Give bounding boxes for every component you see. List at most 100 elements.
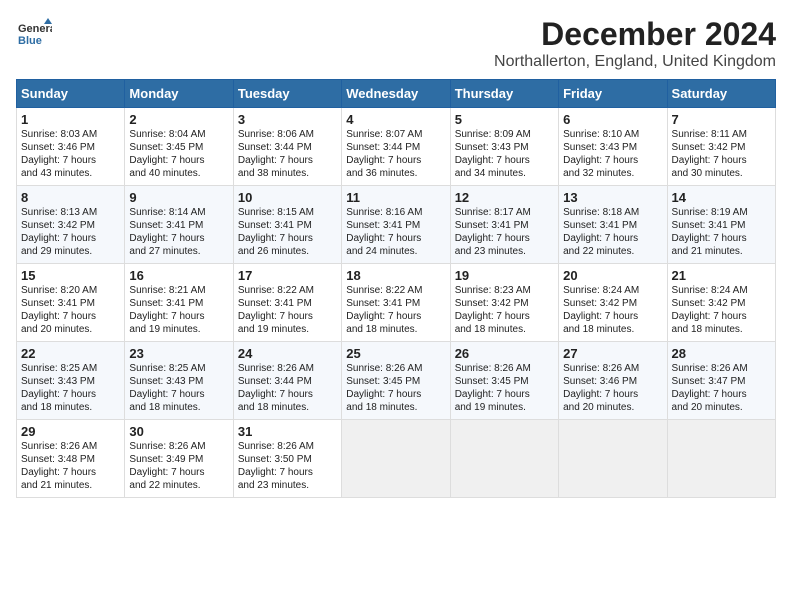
day-info-line: Sunrise: 8:22 AM	[238, 284, 337, 297]
calendar-week-row: 8Sunrise: 8:13 AMSunset: 3:42 PMDaylight…	[17, 186, 776, 264]
day-info-line: Sunset: 3:42 PM	[672, 141, 771, 154]
logo-icon: General Blue	[16, 16, 52, 52]
day-info-line: Sunrise: 8:26 AM	[238, 362, 337, 375]
calendar-day-cell: 27Sunrise: 8:26 AMSunset: 3:46 PMDayligh…	[559, 342, 667, 420]
day-info-line: Sunset: 3:43 PM	[455, 141, 554, 154]
calendar-title: December 2024	[494, 16, 776, 53]
calendar-week-row: 15Sunrise: 8:20 AMSunset: 3:41 PMDayligh…	[17, 264, 776, 342]
day-number: 22	[21, 346, 120, 361]
day-info-line: Sunset: 3:49 PM	[129, 453, 228, 466]
day-info-line: Daylight: 7 hours	[346, 232, 445, 245]
day-info-line: Sunrise: 8:22 AM	[346, 284, 445, 297]
day-number: 6	[563, 112, 662, 127]
day-info-line: Sunset: 3:41 PM	[129, 219, 228, 232]
day-number: 19	[455, 268, 554, 283]
day-number: 13	[563, 190, 662, 205]
day-info-line: and 18 minutes.	[238, 401, 337, 414]
day-number: 31	[238, 424, 337, 439]
day-info-line: Sunrise: 8:26 AM	[672, 362, 771, 375]
day-info-line: Sunset: 3:43 PM	[129, 375, 228, 388]
day-info-line: Daylight: 7 hours	[455, 232, 554, 245]
day-info-line: and 36 minutes.	[346, 167, 445, 180]
day-info-line: and 40 minutes.	[129, 167, 228, 180]
day-info-line: Sunrise: 8:24 AM	[672, 284, 771, 297]
calendar-day-cell: 10Sunrise: 8:15 AMSunset: 3:41 PMDayligh…	[233, 186, 341, 264]
calendar-subtitle: Northallerton, England, United Kingdom	[494, 53, 776, 71]
day-info-line: Sunset: 3:50 PM	[238, 453, 337, 466]
day-info-line: and 22 minutes.	[129, 479, 228, 492]
day-info-line: Daylight: 7 hours	[563, 154, 662, 167]
day-info-line: Sunset: 3:42 PM	[21, 219, 120, 232]
day-info-line: Sunrise: 8:19 AM	[672, 206, 771, 219]
day-info-line: Sunrise: 8:06 AM	[238, 128, 337, 141]
day-info-line: Daylight: 7 hours	[21, 388, 120, 401]
day-info-line: and 18 minutes.	[129, 401, 228, 414]
day-info-line: Sunrise: 8:09 AM	[455, 128, 554, 141]
day-info-line: Sunset: 3:48 PM	[21, 453, 120, 466]
day-info-line: Daylight: 7 hours	[563, 388, 662, 401]
day-number: 5	[455, 112, 554, 127]
day-info-line: and 23 minutes.	[455, 245, 554, 258]
day-info-line: Daylight: 7 hours	[129, 310, 228, 323]
day-info-line: Sunset: 3:41 PM	[129, 297, 228, 310]
day-info-line: and 29 minutes.	[21, 245, 120, 258]
day-info-line: Daylight: 7 hours	[129, 232, 228, 245]
day-number: 23	[129, 346, 228, 361]
calendar-day-cell: 11Sunrise: 8:16 AMSunset: 3:41 PMDayligh…	[342, 186, 450, 264]
day-info-line: Sunset: 3:44 PM	[238, 375, 337, 388]
day-number: 24	[238, 346, 337, 361]
day-info-line: Sunrise: 8:16 AM	[346, 206, 445, 219]
day-info-line: Sunset: 3:46 PM	[563, 375, 662, 388]
day-info-line: and 22 minutes.	[563, 245, 662, 258]
day-info-line: and 21 minutes.	[21, 479, 120, 492]
day-info-line: and 19 minutes.	[129, 323, 228, 336]
day-info-line: Sunset: 3:45 PM	[346, 375, 445, 388]
day-info-line: Sunrise: 8:26 AM	[129, 440, 228, 453]
calendar-day-cell: 5Sunrise: 8:09 AMSunset: 3:43 PMDaylight…	[450, 108, 558, 186]
day-info-line: and 27 minutes.	[129, 245, 228, 258]
day-info-line: and 18 minutes.	[563, 323, 662, 336]
svg-text:Blue: Blue	[18, 35, 42, 47]
day-number: 11	[346, 190, 445, 205]
day-number: 17	[238, 268, 337, 283]
day-info-line: Sunset: 3:43 PM	[563, 141, 662, 154]
calendar-day-cell: 4Sunrise: 8:07 AMSunset: 3:44 PMDaylight…	[342, 108, 450, 186]
day-info-line: Sunset: 3:41 PM	[672, 219, 771, 232]
calendar-header-row: SundayMondayTuesdayWednesdayThursdayFrid…	[17, 80, 776, 108]
column-header-thursday: Thursday	[450, 80, 558, 108]
day-info-line: Sunrise: 8:26 AM	[238, 440, 337, 453]
day-info-line: Sunset: 3:43 PM	[21, 375, 120, 388]
day-info-line: Daylight: 7 hours	[563, 232, 662, 245]
calendar-day-cell: 28Sunrise: 8:26 AMSunset: 3:47 PMDayligh…	[667, 342, 775, 420]
day-info-line: Sunrise: 8:26 AM	[455, 362, 554, 375]
day-info-line: and 18 minutes.	[672, 323, 771, 336]
column-header-monday: Monday	[125, 80, 233, 108]
day-info-line: and 20 minutes.	[672, 401, 771, 414]
day-info-line: Daylight: 7 hours	[672, 232, 771, 245]
day-number: 14	[672, 190, 771, 205]
calendar-day-cell: 3Sunrise: 8:06 AMSunset: 3:44 PMDaylight…	[233, 108, 341, 186]
day-info-line: and 24 minutes.	[346, 245, 445, 258]
day-info-line: Sunset: 3:44 PM	[346, 141, 445, 154]
day-info-line: and 18 minutes.	[346, 401, 445, 414]
day-info-line: and 18 minutes.	[346, 323, 445, 336]
day-number: 7	[672, 112, 771, 127]
day-info-line: Daylight: 7 hours	[129, 466, 228, 479]
day-info-line: Sunrise: 8:11 AM	[672, 128, 771, 141]
day-info-line: and 34 minutes.	[455, 167, 554, 180]
day-info-line: Sunrise: 8:04 AM	[129, 128, 228, 141]
calendar-day-cell: 15Sunrise: 8:20 AMSunset: 3:41 PMDayligh…	[17, 264, 125, 342]
day-info-line: and 43 minutes.	[21, 167, 120, 180]
column-header-wednesday: Wednesday	[342, 80, 450, 108]
day-number: 18	[346, 268, 445, 283]
column-header-friday: Friday	[559, 80, 667, 108]
calendar-day-cell	[342, 420, 450, 498]
day-info-line: Daylight: 7 hours	[238, 388, 337, 401]
day-info-line: Sunrise: 8:26 AM	[21, 440, 120, 453]
day-number: 30	[129, 424, 228, 439]
day-info-line: Daylight: 7 hours	[129, 388, 228, 401]
day-info-line: Sunset: 3:46 PM	[21, 141, 120, 154]
day-info-line: Daylight: 7 hours	[238, 232, 337, 245]
calendar-week-row: 29Sunrise: 8:26 AMSunset: 3:48 PMDayligh…	[17, 420, 776, 498]
calendar-day-cell: 30Sunrise: 8:26 AMSunset: 3:49 PMDayligh…	[125, 420, 233, 498]
